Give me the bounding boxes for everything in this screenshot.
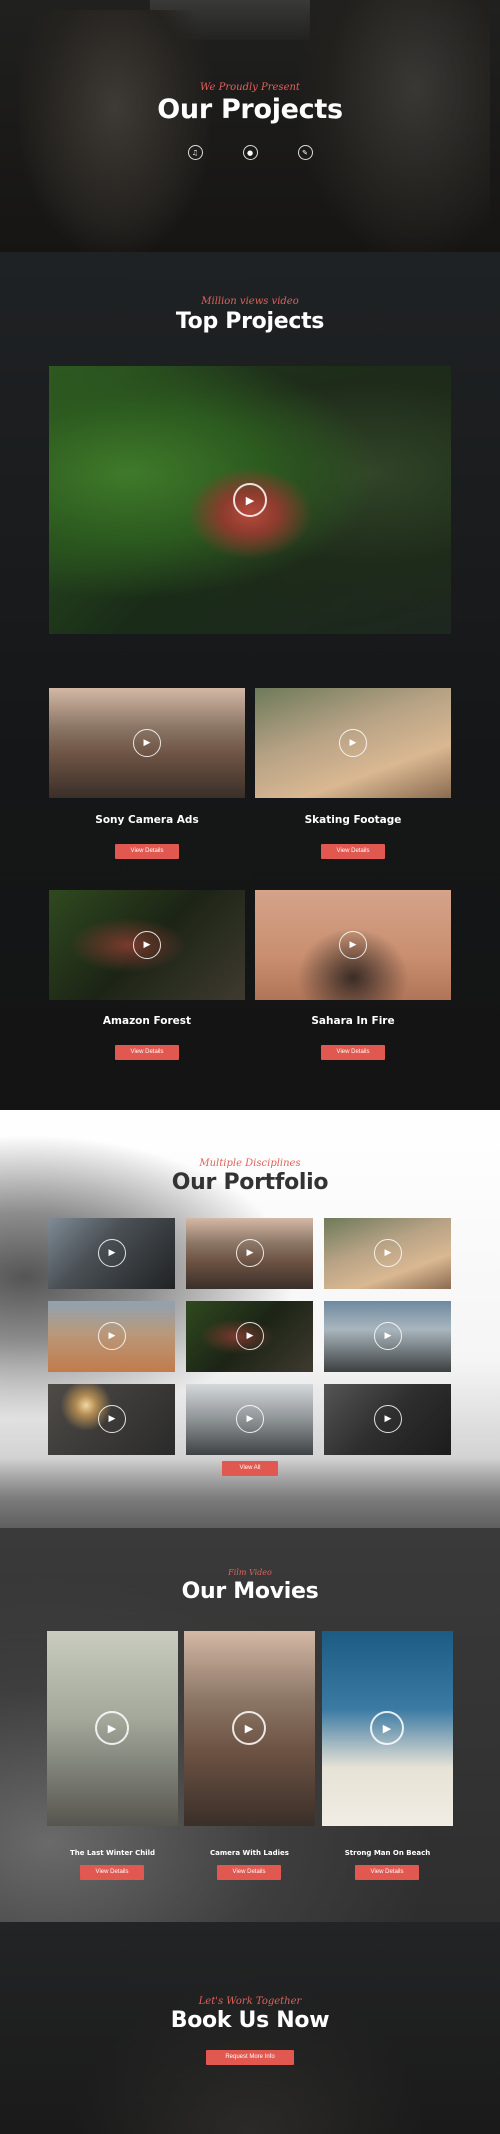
book-eyebrow: Let's Work Together [198,1996,302,2007]
top-projects-title: Top Projects [175,309,325,334]
portfolio-item[interactable]: ▶ [324,1301,451,1372]
view-details-button[interactable]: View Details [355,1865,419,1880]
portfolio-item[interactable]: ▶ [48,1384,175,1455]
hero-background-figure [300,0,490,252]
view-details-button[interactable]: View Details [321,844,385,859]
play-icon[interactable]: ▶ [133,931,161,959]
play-icon[interactable]: ▶ [374,1405,402,1433]
view-details-button[interactable]: View Details [321,1045,385,1060]
portfolio-item[interactable]: ▶ [186,1301,313,1372]
project-card-image[interactable]: ▶ [49,688,245,798]
view-details-button[interactable]: View Details [80,1865,144,1880]
project-card-title: Sony Camera Ads [95,814,199,826]
movie-title: Camera With Ladies [210,1849,289,1857]
request-info-button[interactable]: Request More Info [206,2050,294,2065]
play-icon[interactable]: ▶ [98,1322,126,1350]
portfolio-item[interactable]: ▶ [186,1384,313,1455]
portfolio-eyebrow: Multiple Disciplines [199,1158,301,1169]
portfolio-item[interactable]: ▶ [324,1384,451,1455]
video-camera-icon[interactable]: ● [242,145,258,160]
movie-poster[interactable]: ▶ [184,1631,315,1826]
play-icon[interactable]: ▶ [339,931,367,959]
play-icon[interactable]: ▶ [370,1711,404,1745]
project-card-title: Sahara In Fire [311,1015,395,1027]
view-all-button[interactable]: View All [222,1461,278,1476]
view-details-button[interactable]: View Details [115,844,179,859]
movie-title: The Last Winter Child [69,1849,156,1857]
play-icon[interactable]: ▶ [133,729,161,757]
movie-poster[interactable]: ▶ [322,1631,453,1826]
play-icon[interactable]: ▶ [339,729,367,757]
play-icon[interactable]: ▶ [236,1239,264,1267]
movies-eyebrow: Film Video [228,1568,272,1577]
play-icon[interactable]: ▶ [98,1239,126,1267]
project-card-title: Amazon Forest [102,1015,192,1027]
portfolio-item[interactable]: ▶ [48,1218,175,1289]
movie-title: Strong Man On Beach [344,1849,431,1857]
movie-poster[interactable]: ▶ [47,1631,178,1826]
hero-icon-row: ♫ ● ✎ [0,145,500,160]
project-card-image[interactable]: ▶ [49,890,245,1000]
portfolio-title: Our Portfolio [171,1170,329,1195]
pencil-icon[interactable]: ✎ [297,145,313,160]
play-icon[interactable]: ▶ [374,1239,402,1267]
portfolio-section: Multiple Disciplines Our Portfolio ▶ ▶ ▶… [0,1110,500,1528]
play-icon[interactable]: ▶ [98,1405,126,1433]
project-card-title: Skating Footage [304,814,402,826]
hero-title: Our Projects [157,94,343,125]
book-section: Let's Work Together Book Us Now Request … [0,1922,500,2134]
movies-title: Our Movies [181,1579,319,1604]
play-icon[interactable]: ▶ [232,1711,266,1745]
book-title: Book Us Now [170,2008,330,2033]
play-icon[interactable]: ▶ [374,1322,402,1350]
movies-section: Film Video Our Movies ▶ The Last Winter … [0,1528,500,1922]
project-card-image[interactable]: ▶ [255,890,451,1000]
portfolio-item[interactable]: ▶ [48,1301,175,1372]
top-projects-section: Million views video Top Projects ▶ ▶ Son… [0,252,500,1110]
featured-video[interactable]: ▶ [49,366,451,634]
portfolio-item[interactable]: ▶ [324,1218,451,1289]
hero-section: We Proudly Present Our Projects ♫ ● ✎ [0,0,500,252]
play-icon[interactable]: ▶ [95,1711,129,1745]
play-icon[interactable]: ▶ [233,483,267,517]
volume-icon[interactable]: ♫ [187,145,203,160]
top-projects-eyebrow: Million views video [201,296,299,307]
play-icon[interactable]: ▶ [236,1405,264,1433]
view-details-button[interactable]: View Details [217,1865,281,1880]
hero-eyebrow: We Proudly Present [200,82,300,93]
play-icon[interactable]: ▶ [236,1322,264,1350]
portfolio-item[interactable]: ▶ [186,1218,313,1289]
hero-background-figure [20,10,210,252]
view-details-button[interactable]: View Details [115,1045,179,1060]
project-card-image[interactable]: ▶ [255,688,451,798]
